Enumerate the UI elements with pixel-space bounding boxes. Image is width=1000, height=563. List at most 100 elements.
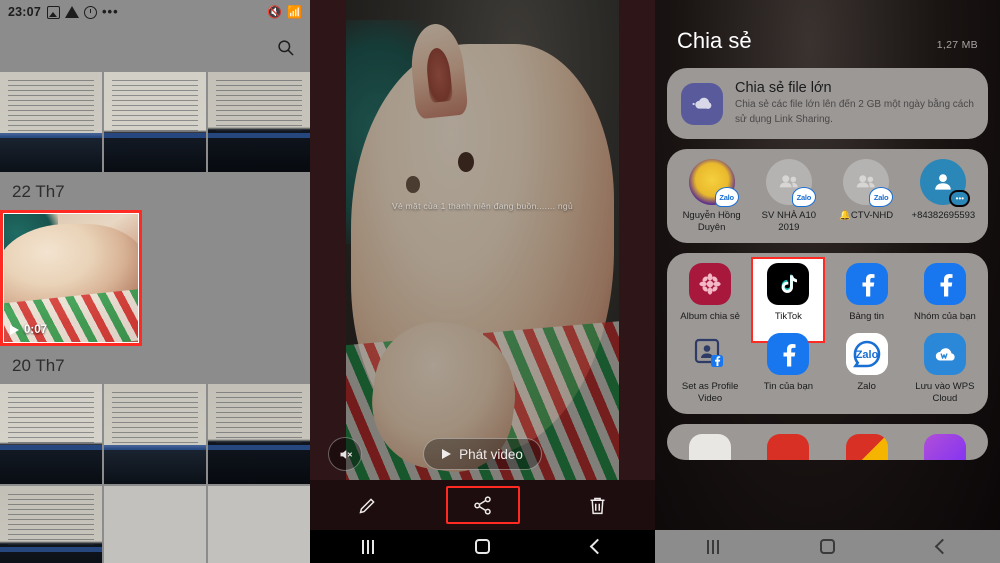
app-inner: Zalo Zalo — [845, 332, 888, 393]
contact-name: +84382695593 — [911, 210, 976, 221]
recents-button[interactable] — [310, 539, 425, 554]
clock-icon — [83, 5, 97, 19]
apps-row-1: Album chia sẻ TikTok Bảng tin Nhóm của b… — [671, 256, 984, 343]
mute-button[interactable] — [328, 437, 362, 471]
app-item-zalo[interactable]: Zalo Zalo — [828, 332, 906, 405]
gallery-row-top — [0, 72, 310, 172]
app-item-wps[interactable]: Lưu vào WPS Cloud — [906, 332, 984, 405]
app-inner: TikTok — [767, 262, 810, 323]
overflow-dots-icon: ••• — [101, 4, 119, 19]
gallery-date-header: 22 Th7 — [12, 182, 65, 201]
back-icon — [934, 538, 951, 555]
app-item-partial[interactable] — [671, 434, 749, 461]
video-duration-label: 0:07 — [24, 324, 48, 336]
tiktok-icon — [767, 262, 810, 305]
person-avatar: ••• — [920, 159, 971, 207]
partial-app-icon — [689, 434, 732, 461]
zalo-badge: Zalo — [714, 187, 739, 207]
gallery-thumbnail[interactable] — [0, 72, 102, 172]
gallery-thumbnail[interactable] — [0, 486, 102, 563]
app-label: Bảng tin — [849, 310, 885, 322]
app-item-album[interactable]: Album chia sẻ — [671, 262, 749, 323]
profile-video-icon — [689, 333, 731, 375]
app-item-story[interactable]: Tin của bạn — [749, 332, 827, 405]
app-item-partial[interactable] — [906, 434, 984, 461]
zalo-badge: Zalo — [791, 187, 816, 207]
edit-button[interactable] — [310, 480, 425, 530]
video-thumbnail[interactable]: 0:07 — [4, 214, 138, 342]
link-sharing-card[interactable]: Chia sẻ file lớn Chia sẻ các file lớn lê… — [667, 68, 988, 139]
video-toolbar — [310, 480, 655, 530]
app-item-partial[interactable] — [828, 434, 906, 461]
video-frame[interactable]: Vẻ mặt của 1 thanh niên đang buồn.......… — [346, 0, 619, 489]
back-button[interactable] — [885, 538, 1000, 555]
bell-icon: 🔔 — [839, 210, 851, 221]
gallery-thumbnail[interactable] — [104, 486, 206, 563]
gallery-thumbnail[interactable] — [208, 486, 310, 563]
psyduck-avatar: Zalo — [688, 159, 739, 207]
back-button[interactable] — [540, 538, 655, 555]
link-sharing-cloud-icon — [681, 82, 723, 125]
gallery-thumbnail[interactable] — [104, 72, 206, 172]
app-item-feed[interactable]: Bảng tin — [828, 262, 906, 323]
home-icon — [820, 539, 835, 554]
play-video-label: Phát video — [459, 446, 523, 462]
app-inner: Tin của bạn — [764, 332, 813, 393]
contact-name-text: CTV-NHD — [850, 210, 894, 221]
contact-item[interactable]: ••• +84382695593 — [905, 159, 982, 234]
share-icon — [474, 495, 491, 515]
edit-pencil-icon — [359, 497, 375, 514]
status-clock: 23:07 — [8, 5, 41, 19]
mute-icon: 🔇 — [267, 5, 283, 19]
video-stage: Vẻ mặt của 1 thanh niên đang buồn.......… — [310, 0, 655, 489]
app-inner: Lưu vào WPS Cloud — [909, 332, 981, 405]
facebook-f-icon — [783, 343, 796, 367]
apps-row-2: Set as Profile Video Tin của bạn Zalo Za… — [671, 332, 984, 405]
contact-item[interactable]: Zalo Nguyễn Hồng Duyên — [673, 159, 750, 234]
cloud-w-icon — [935, 347, 955, 361]
app-label: Album chia sẻ — [680, 310, 740, 322]
link-sharing-subtitle: Chia sẻ các file lớn lên đến 2 GB một ng… — [735, 99, 974, 125]
app-label: TikTok — [774, 310, 802, 322]
app-item-tiktok[interactable]: TikTok — [749, 256, 827, 343]
play-icon — [10, 325, 19, 335]
contact-name: SV NHÀ A10 2019 — [761, 210, 817, 233]
search-button[interactable] — [270, 32, 300, 62]
recents-button[interactable] — [655, 539, 770, 554]
facebook-f-icon — [862, 273, 875, 297]
flower-icon — [699, 273, 721, 295]
search-icon — [277, 39, 293, 55]
contact-item[interactable]: Zalo SV NHÀ A10 2019 — [750, 159, 827, 234]
delete-button[interactable] — [540, 480, 655, 530]
home-button[interactable] — [425, 539, 540, 554]
app-item-partial[interactable] — [749, 434, 827, 461]
partial-app-icon — [923, 434, 966, 461]
gallery-thumbnail[interactable] — [104, 384, 206, 484]
status-left-icons: ••• — [46, 4, 119, 19]
gallery-header — [0, 24, 310, 76]
recents-icon — [361, 539, 374, 554]
app-item-groups[interactable]: Nhóm của bạn — [906, 262, 984, 323]
status-bar: 23:07 ••• 🔇 📶 — [0, 0, 310, 24]
video-duration-badge: 0:07 — [10, 324, 47, 336]
gallery-thumbnail[interactable] — [208, 384, 310, 484]
tiktok-note-icon — [782, 274, 798, 293]
zalo-bubble-icon: Zalo — [845, 332, 888, 375]
facebook-f-icon — [940, 273, 953, 297]
gallery-thumbnail[interactable] — [0, 384, 102, 484]
home-button[interactable] — [770, 539, 885, 554]
chat-badge-icon: ••• — [949, 190, 971, 207]
play-video-button[interactable]: Phát video — [423, 438, 542, 470]
link-sharing-title: Chia sẻ file lớn — [735, 80, 832, 96]
app-item-profile-video[interactable]: Set as Profile Video — [671, 333, 749, 405]
gallery-thumbnail[interactable] — [208, 72, 310, 172]
share-title: Chia sẻ — [677, 28, 752, 53]
selected-video-wrapper[interactable]: 0:07 — [0, 210, 142, 346]
facebook-groups-icon — [923, 262, 966, 305]
link-sharing-text: Chia sẻ file lớn Chia sẻ các file lớn lê… — [735, 80, 974, 127]
share-button[interactable] — [425, 480, 540, 530]
navigation-bar — [655, 530, 1000, 563]
contact-item[interactable]: Zalo 🔔CTV-NHD — [828, 159, 905, 234]
gallery-panel: 23:07 ••• 🔇 📶 22 Th7 0:07 20 Th7 — [0, 0, 310, 563]
app-label: Nhóm của bạn — [913, 310, 976, 322]
